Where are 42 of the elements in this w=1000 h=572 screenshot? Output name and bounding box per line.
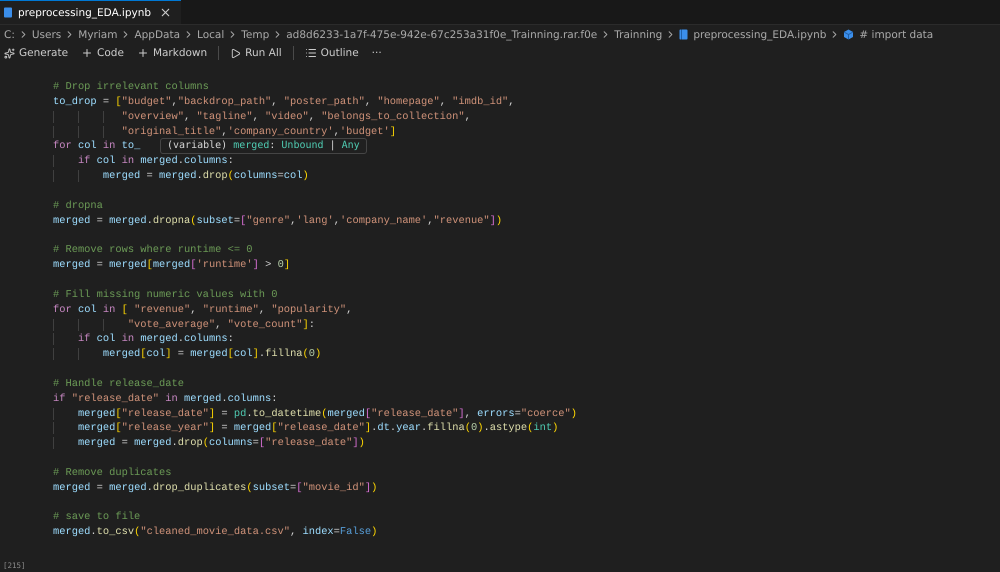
code-line: # Handle release_date bbox=[53, 378, 184, 390]
code-line: # Remove rows where runtime <= 0 bbox=[53, 244, 253, 256]
toolbar-button[interactable]: Code bbox=[79, 44, 126, 62]
tab-title: preprocessing_EDA.ipynb bbox=[18, 6, 152, 18]
code-line: merged = merged[merged['runtime'] > 0] bbox=[53, 259, 290, 272]
toolbar-button[interactable]: Run All bbox=[228, 44, 284, 62]
breadcrumb-item[interactable]: Users bbox=[32, 28, 62, 40]
notebook-icon bbox=[679, 29, 688, 40]
sparkle-icon bbox=[4, 48, 15, 58]
breadcrumb-item[interactable]: ad8d6233-1a7f-475e-942e-67c253a31f0e_Trainning.rar.f0e bbox=[286, 28, 598, 40]
code-line: if "release_date" in merged.columns: bbox=[53, 392, 278, 405]
code-line: # Fill missing numeric values with 0 bbox=[53, 288, 278, 301]
code-line: for col in [ "revenue", "runtime", "popularity", bbox=[53, 304, 352, 316]
breadcrumb-item[interactable]: C: bbox=[4, 28, 15, 40]
breadcrumb-item[interactable]: preprocessing_EDA.ipynb bbox=[693, 28, 826, 40]
code-line: merged = merged.dropna(subset=["genre",'lang','company_name',"revenue"]) bbox=[53, 214, 502, 227]
code-line: # Drop irrelevant columns bbox=[53, 81, 209, 93]
code-line: # save to file bbox=[53, 511, 140, 524]
toolbar-button[interactable]: Outline bbox=[302, 44, 361, 62]
play-icon bbox=[230, 48, 242, 58]
toolbar-button[interactable]: Generate bbox=[2, 44, 70, 62]
code-line: for col in to_ bbox=[53, 140, 140, 152]
code-line: # dropna bbox=[53, 200, 103, 212]
plus-icon bbox=[136, 47, 149, 59]
code-line: merged = merged.drop_duplicates(subset=["movie_id"]) bbox=[53, 482, 378, 494]
close-icon bbox=[158, 6, 172, 19]
breadcrumb-item[interactable]: Trainning bbox=[614, 28, 662, 40]
cube-icon bbox=[843, 29, 854, 40]
breadcrumb-item[interactable]: AppData bbox=[134, 28, 180, 40]
notebook-icon bbox=[4, 7, 12, 18]
code-line: # Remove duplicates bbox=[53, 466, 172, 479]
breadcrumb-item[interactable]: # import data bbox=[859, 28, 934, 40]
breadcrumb-item[interactable]: Temp bbox=[241, 28, 270, 40]
more-button[interactable]: ··· bbox=[370, 44, 384, 62]
toolbar-button[interactable]: Markdown bbox=[134, 44, 210, 62]
code-line: to_drop = ["budget","backdrop_path", "poster_path", "homepage", "imdb_id", bbox=[53, 96, 515, 108]
editor-tab[interactable]: preprocessing_EDA.ipynb bbox=[0, 0, 182, 24]
plus-icon bbox=[81, 47, 94, 59]
breadcrumb-item[interactable]: Myriam bbox=[78, 28, 118, 40]
breadcrumb-item[interactable]: Local bbox=[197, 28, 224, 40]
code-line: merged.to_csv("cleaned_movie_data.csv", index=False) bbox=[53, 526, 378, 538]
hover-tooltip: (variable) merged: Unbound | Any bbox=[160, 138, 367, 154]
